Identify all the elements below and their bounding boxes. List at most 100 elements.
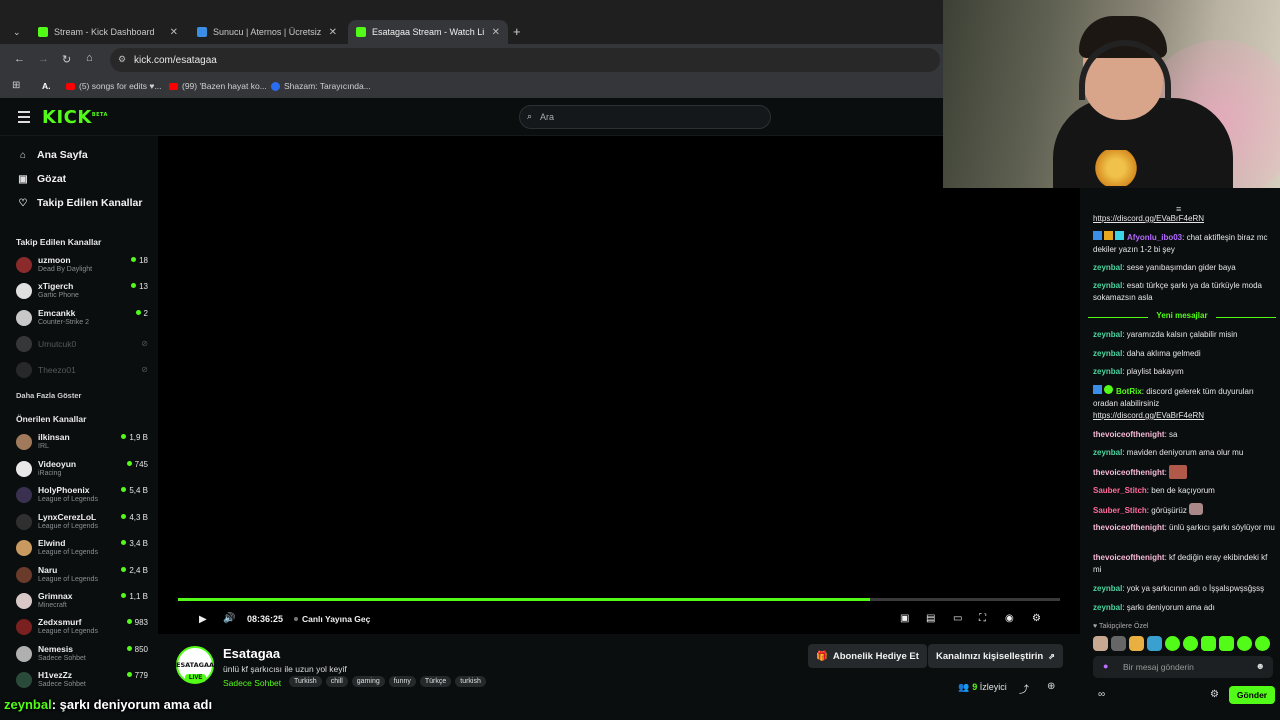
followed-channel-umutcuk0-offline[interactable]: Umutcuk0 ⊘	[16, 333, 150, 357]
emote-button[interactable]	[1255, 636, 1270, 651]
emote-button[interactable]	[1165, 636, 1180, 651]
playback-speed-icon[interactable]: ◉	[1005, 613, 1014, 624]
emoji-icon[interactable]: ☻	[1256, 661, 1265, 671]
recommended-channel[interactable]: H1vezZz Sadece Sohbet 779	[16, 669, 150, 693]
tag[interactable]: funny	[388, 676, 416, 687]
home-page-icon[interactable]: ⌂	[86, 52, 93, 64]
emote-button[interactable]	[1183, 636, 1198, 651]
tag[interactable]: chill	[325, 676, 348, 687]
chat-username[interactable]: zeynbal	[1093, 584, 1122, 593]
apps-grid-icon[interactable]: ⊞	[12, 80, 20, 91]
gift-subscription-button[interactable]: 🎁 Abonelik Hediye Et	[808, 644, 927, 668]
tag[interactable]: Türkçe	[419, 676, 452, 687]
recommended-channel[interactable]: Videoyun iRacing 745	[16, 458, 150, 482]
nav-browse[interactable]: ▣ Gözat	[16, 173, 66, 185]
close-tab-icon[interactable]: ✕	[170, 27, 178, 38]
chat-username[interactable]: Afyonlu_ibo03	[1127, 233, 1182, 242]
share-icon[interactable]: ⤴	[1019, 681, 1029, 696]
reload-icon[interactable]: ↻	[62, 53, 71, 66]
chat-username[interactable]: zeynbal	[1093, 263, 1122, 272]
close-tab-icon[interactable]: ✕	[492, 27, 500, 38]
show-more-link[interactable]: Daha Fazla Göster	[16, 391, 81, 400]
play-icon[interactable]: ▶	[199, 614, 207, 625]
tag[interactable]: turkish	[455, 676, 486, 687]
browser-tab-1[interactable]: Stream - Kick Dashboard ✕	[30, 20, 186, 44]
offline-icon: ⊘	[141, 365, 148, 374]
bookmark-3[interactable]: Shazam: Tarayıcında...	[271, 81, 371, 91]
settings-gear-icon[interactable]: ⚙	[1032, 613, 1041, 624]
followed-channel-uzmoon[interactable]: uzmoon Dead By Daylight 18	[16, 254, 150, 278]
address-bar[interactable]: ⚙ kick.com/esatagaa	[110, 48, 940, 72]
recommended-channel[interactable]: Nemesis Sadece Sohbet 850	[16, 643, 150, 667]
recommended-channel[interactable]: ilkinsan IRL 1,9 B	[16, 431, 150, 455]
bookmark-a-icon[interactable]: A.	[42, 81, 51, 91]
followed-channel-emcankk[interactable]: Emcankk Counter-Strike 2 2	[16, 307, 150, 331]
stream-category-link[interactable]: Sadece Sohbet	[223, 678, 281, 688]
video-progress-bar[interactable]	[178, 598, 1060, 601]
followed-channel-theezo01-offline[interactable]: Theezo01 ⊘	[16, 359, 150, 383]
theater-mode-icon[interactable]: ▭	[953, 613, 962, 624]
emote-button[interactable]	[1129, 636, 1144, 651]
tab-list-chevron-icon[interactable]: ⌄	[13, 27, 21, 38]
nav-following[interactable]: ♡ Takip Edilen Kanallar	[16, 197, 143, 209]
chat-username[interactable]: thevoiceofthenight	[1093, 523, 1165, 532]
send-message-button[interactable]: Gönder	[1229, 686, 1275, 704]
emote-button[interactable]	[1219, 636, 1234, 651]
browser-tab-2[interactable]: Sunucu | Aternos | Ücretsiz Min ✕	[189, 20, 345, 44]
close-tab-icon[interactable]: ✕	[329, 27, 337, 38]
chat-username[interactable]: zeynbal	[1093, 281, 1122, 290]
emote-button[interactable]	[1093, 636, 1108, 651]
tag[interactable]: gaming	[351, 676, 385, 687]
recommended-channel[interactable]: LynxCerezLoL League of Legends 4,3 B	[16, 511, 150, 535]
chat-link[interactable]: https://discord.gg/EVaBrF4eRN	[1093, 411, 1204, 420]
streamer-name[interactable]: Esatagaa	[223, 646, 280, 661]
go-live-button[interactable]: Canlı Yayına Geç	[294, 614, 370, 624]
points-icon[interactable]: ∞	[1098, 689, 1105, 700]
microphone-icon[interactable]: ●	[1103, 661, 1108, 671]
chat-message-input[interactable]: ● Bir mesaj gönderin ☻	[1093, 656, 1273, 678]
chat-username[interactable]: Sauber_Stitch	[1093, 486, 1147, 495]
chat-username[interactable]: thevoiceofthenight	[1093, 468, 1165, 477]
chat-username[interactable]: Sauber_Stitch	[1093, 506, 1147, 515]
site-info-icon[interactable]: ⚙	[118, 54, 126, 65]
recommended-channel[interactable]: Naru League of Legends 2,4 B	[16, 564, 150, 588]
tag[interactable]: Turkish	[289, 676, 322, 687]
kick-logo[interactable]: KICKBETA	[42, 107, 108, 128]
search-input[interactable]: ⌕ Ara	[519, 105, 771, 129]
chat-username[interactable]: zeynbal	[1093, 330, 1122, 339]
chat-username[interactable]: zeynbal	[1093, 367, 1122, 376]
chat-username[interactable]: thevoiceofthenight	[1093, 553, 1165, 562]
browser-tab-3-active[interactable]: Esatagaa Stream - Watch Live o ✕	[348, 20, 508, 44]
nav-home[interactable]: ⌂ Ana Sayfa	[16, 149, 88, 161]
followed-channel-xtigerch[interactable]: xTigerch Gartic Phone 13	[16, 280, 150, 304]
forward-arrow-icon[interactable]: →	[38, 53, 49, 65]
recommended-channel[interactable]: HolyPhoenix League of Legends 5,4 B	[16, 484, 150, 508]
new-tab-plus-icon[interactable]: +	[513, 24, 521, 39]
chat-username[interactable]: zeynbal	[1093, 349, 1122, 358]
video-player[interactable]: ▶ 🔊 08:36:25 Canlı Yayına Geç ▣ ▤ ▭ ⛶ ◉ …	[158, 136, 1080, 634]
back-arrow-icon[interactable]: ←	[14, 53, 25, 65]
chat-username[interactable]: BotRix	[1116, 387, 1142, 396]
emote-button[interactable]	[1111, 636, 1126, 651]
chat-settings-gear-icon[interactable]: ⚙	[1210, 689, 1219, 700]
bookmark-2[interactable]: (99) 'Bazen hayat ko...	[169, 81, 267, 91]
picture-in-picture-icon[interactable]: ▣	[900, 613, 909, 624]
chat-message: thevoiceofthenight:	[1093, 465, 1276, 479]
bookmark-1[interactable]: (5) songs for edits ♥...	[66, 81, 162, 91]
add-user-icon[interactable]: ⊕	[1047, 681, 1055, 692]
emote-button[interactable]	[1147, 636, 1162, 651]
emote-button[interactable]	[1201, 636, 1216, 651]
emote-button[interactable]	[1237, 636, 1252, 651]
recommended-channel[interactable]: Elwind League of Legends 3,4 B	[16, 537, 150, 561]
chat-username[interactable]: thevoiceofthenight	[1093, 430, 1165, 439]
recommended-channel[interactable]: Grimnax Minecraft 1,1 B	[16, 590, 150, 614]
chat-link[interactable]: https://discord.gg/EVaBrF4eRN	[1093, 214, 1204, 223]
customize-channel-button[interactable]: Kanalınızı kişiselleştirin ⇗	[928, 644, 1063, 668]
fullscreen-icon[interactable]: ⛶	[979, 613, 986, 624]
menu-hamburger-icon[interactable]	[18, 111, 30, 126]
chat-username[interactable]: zeynbal	[1093, 603, 1122, 612]
recommended-channel[interactable]: Zedxsmurf League of Legends 983	[16, 616, 150, 640]
clip-icon[interactable]: ▤	[926, 613, 935, 624]
volume-icon[interactable]: 🔊	[223, 613, 235, 624]
chat-username[interactable]: zeynbal	[1093, 448, 1122, 457]
